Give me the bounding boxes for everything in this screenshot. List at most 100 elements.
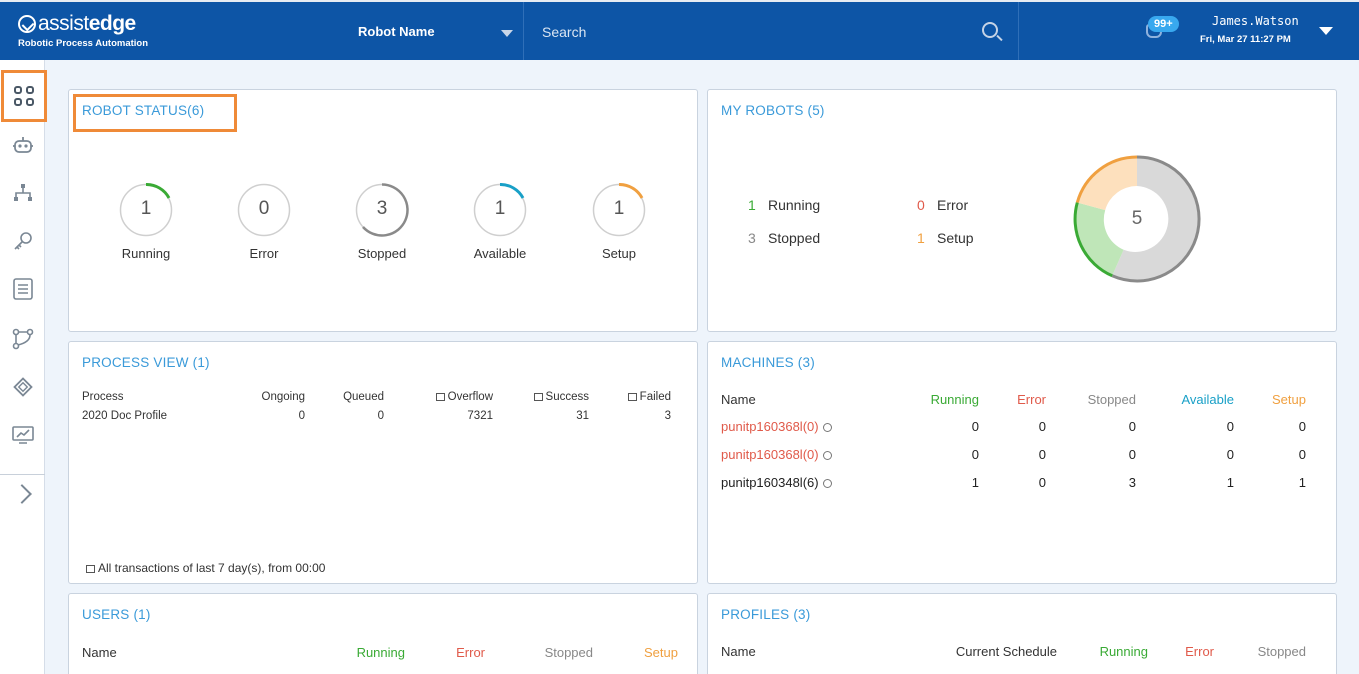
status-available[interactable]: 1 Available xyxy=(473,183,527,261)
dashboard-icon xyxy=(14,86,34,106)
notification-badge[interactable]: 99+ xyxy=(1148,16,1179,32)
status-error[interactable]: 0 Error xyxy=(237,183,291,261)
chevron-down-icon[interactable] xyxy=(501,30,513,37)
app-logo[interactable]: assist edge Robotic Process Automation xyxy=(18,12,148,49)
machine-row-2-error: 0 xyxy=(1038,447,1046,462)
col-running: Running xyxy=(356,645,405,660)
process-success: 31 xyxy=(576,410,589,422)
hierarchy-icon xyxy=(13,184,32,201)
expand-chevron-icon[interactable] xyxy=(12,484,32,504)
my-robots-title[interactable]: MY ROBOTS (5) xyxy=(721,103,825,118)
users-title[interactable]: USERS (1) xyxy=(82,607,151,622)
machine-row-3-running: 1 xyxy=(971,475,979,490)
logo-text-edge: edge xyxy=(88,12,137,35)
sidebar-item-reports[interactable] xyxy=(0,412,45,458)
monitor-chart-icon xyxy=(11,426,34,444)
process-name[interactable]: 2020 Doc Profile xyxy=(82,410,167,422)
col-process: Process xyxy=(82,391,124,403)
col-queued: Queued xyxy=(343,391,384,403)
col-error: Error xyxy=(1185,644,1214,659)
user-menu-caret-icon[interactable] xyxy=(1319,27,1333,35)
sidebar xyxy=(0,60,47,674)
sidebar-item-hierarchy[interactable] xyxy=(0,170,45,216)
sidebar-item-robots[interactable] xyxy=(0,122,45,168)
stopped-count: 3 xyxy=(748,230,756,246)
profiles-panel: PROFILES (3) Name Current Schedule Runni… xyxy=(707,593,1337,674)
machine-row-1-running: 0 xyxy=(971,419,979,434)
process-view-title[interactable]: PROCESS VIEW (1) xyxy=(82,355,210,370)
my-robots-stopped[interactable]: 3 Stopped xyxy=(748,230,820,246)
col-stopped: Stopped xyxy=(544,645,593,660)
machine-row-2-setup: 0 xyxy=(1298,447,1306,462)
user-lock-icon xyxy=(822,451,832,460)
process-overflow: 7321 xyxy=(467,410,493,422)
header-divider xyxy=(1018,2,1019,60)
my-robots-panel: MY ROBOTS (5) 1 Running 0 Error 3 Stopped 1… xyxy=(707,89,1337,332)
stopped-label: Stopped xyxy=(768,230,821,246)
process-ongoing: 0 xyxy=(298,410,305,422)
status-stopped[interactable]: 3 Stopped xyxy=(355,183,409,261)
search-input[interactable]: Search xyxy=(542,24,586,40)
status-running-label: Running xyxy=(121,246,171,261)
process-footer: All transactions of last 7 day(s), from … xyxy=(86,561,325,575)
status-error-value: 0 xyxy=(258,198,270,219)
machine-row-2-available: 0 xyxy=(1226,447,1234,462)
col-name: Name xyxy=(721,392,756,407)
status-running[interactable]: 1 Running xyxy=(119,183,173,261)
logo-text-assist: assist xyxy=(38,12,89,35)
status-setup[interactable]: 1 Setup xyxy=(592,183,646,261)
running-count: 1 xyxy=(748,197,756,213)
sidebar-item-logs[interactable] xyxy=(0,266,45,312)
col-failed: Failed xyxy=(609,391,671,403)
workflow-icon xyxy=(12,328,33,350)
key-icon xyxy=(13,232,32,250)
machine-row-2-running: 0 xyxy=(971,447,979,462)
sidebar-item-machines[interactable] xyxy=(0,364,45,410)
col-stopped: Stopped xyxy=(1257,644,1306,659)
machine-row-1-error: 0 xyxy=(1038,419,1046,434)
my-robots-setup[interactable]: 1 Setup xyxy=(917,230,974,246)
col-overflow: Overflow xyxy=(414,391,493,403)
user-name[interactable]: James.Watson xyxy=(1212,14,1299,28)
col-error: Error xyxy=(456,645,485,660)
col-error: Error xyxy=(1017,392,1046,407)
calendar-check-icon xyxy=(627,393,637,401)
col-running: Running xyxy=(930,392,979,407)
machine-row-1-setup: 0 xyxy=(1298,419,1306,434)
user-lock-icon xyxy=(822,423,832,432)
calendar-check-icon xyxy=(533,393,543,401)
col-name: Name xyxy=(721,644,756,659)
my-robots-total: 5 xyxy=(1131,208,1143,229)
setup-label: Setup xyxy=(937,230,974,246)
users-panel: USERS (1) Name Running Error Stopped Set… xyxy=(68,593,698,674)
sidebar-item-workflows[interactable] xyxy=(0,316,45,362)
header-divider xyxy=(523,2,524,60)
machine-row-1-name[interactable]: punitp160368l(0) xyxy=(721,419,832,434)
robot-name-select[interactable]: Robot Name xyxy=(358,24,435,39)
user-lock-icon xyxy=(822,479,832,488)
sidebar-item-credentials[interactable] xyxy=(0,218,45,264)
robot-status-title[interactable]: ROBOT STATUS(6) xyxy=(82,103,204,118)
setup-count: 1 xyxy=(917,230,925,246)
sidebar-item-dashboard[interactable] xyxy=(1,70,47,122)
status-stopped-label: Stopped xyxy=(357,246,407,261)
machine-row-2-name[interactable]: punitp160368l(0) xyxy=(721,447,832,462)
col-stopped: Stopped xyxy=(1087,392,1136,407)
user-datetime: Fri, Mar 27 11:27 PM xyxy=(1200,34,1291,45)
my-robots-error[interactable]: 0 Error xyxy=(917,197,968,213)
process-queued: 0 xyxy=(377,410,384,422)
col-available: Available xyxy=(1181,392,1234,407)
chip-icon xyxy=(12,377,33,397)
process-view-panel: PROCESS VIEW (1) Process Ongoing Queued … xyxy=(68,341,698,584)
col-setup: Setup xyxy=(1272,392,1306,407)
machine-row-3-name[interactable]: punitp160348l(6) xyxy=(721,475,832,490)
status-setup-label: Setup xyxy=(602,246,636,261)
status-running-value: 1 xyxy=(140,198,152,219)
my-robots-running[interactable]: 1 Running xyxy=(748,197,820,213)
running-label: Running xyxy=(768,197,821,213)
status-error-label: Error xyxy=(249,246,279,261)
profiles-title[interactable]: PROFILES (3) xyxy=(721,607,810,622)
machines-title[interactable]: MACHINES (3) xyxy=(721,355,815,370)
search-icon[interactable] xyxy=(982,22,998,38)
sidebar-divider xyxy=(0,474,45,475)
